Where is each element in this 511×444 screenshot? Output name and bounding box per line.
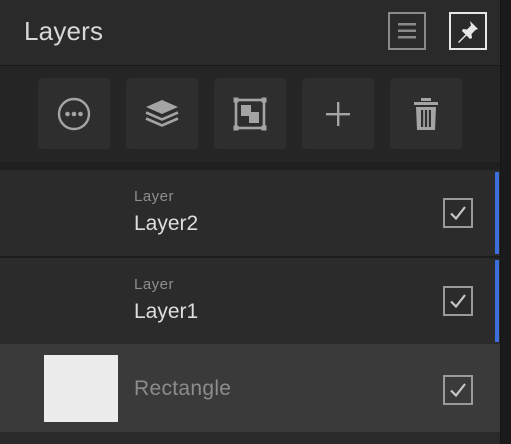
panel-header: Layers bbox=[0, 0, 500, 66]
delete-layer-button[interactable] bbox=[390, 78, 462, 149]
layers-toolbar bbox=[0, 66, 500, 162]
selection-indicator bbox=[495, 172, 499, 254]
layer-name[interactable]: Layer2 bbox=[134, 212, 198, 236]
panel-title: Layers bbox=[24, 16, 104, 46]
hamburger-menu-icon bbox=[398, 23, 416, 39]
layer-type-label: Layer bbox=[134, 188, 175, 205]
layer-type-label: Layer bbox=[134, 276, 175, 293]
layer-row-layer1[interactable]: Layer Layer1 bbox=[0, 258, 500, 344]
layer-name[interactable]: Layer1 bbox=[134, 300, 198, 324]
panel-bottom bbox=[0, 432, 500, 444]
more-options-button[interactable] bbox=[38, 78, 110, 149]
visibility-checkbox[interactable] bbox=[443, 375, 473, 405]
selection-indicator bbox=[495, 260, 499, 342]
checkmark-icon bbox=[450, 294, 466, 309]
rectangle-thumbnail bbox=[44, 355, 118, 422]
artboard-button[interactable] bbox=[214, 78, 286, 149]
toolbar-divider bbox=[0, 162, 500, 170]
layer-stack-button[interactable] bbox=[126, 78, 198, 149]
add-icon bbox=[326, 101, 350, 126]
pin-icon bbox=[458, 21, 478, 43]
layer-name[interactable]: Rectangle bbox=[134, 377, 231, 401]
layers-stack-icon bbox=[145, 99, 179, 127]
artboard-icon bbox=[233, 97, 267, 130]
layer-row-rectangle[interactable]: Rectangle bbox=[0, 344, 500, 432]
checkmark-icon bbox=[450, 383, 466, 398]
layers-panel: Layers Layer Layer2 Layer Layer1 Rectang… bbox=[0, 0, 501, 444]
more-options-icon bbox=[57, 97, 91, 130]
visibility-checkbox[interactable] bbox=[443, 198, 473, 228]
layer-row-layer2[interactable]: Layer Layer2 bbox=[0, 170, 500, 256]
trash-icon bbox=[414, 97, 438, 130]
checkmark-icon bbox=[450, 206, 466, 221]
panel-menu-button[interactable] bbox=[388, 12, 426, 50]
panel-edge bbox=[501, 0, 511, 444]
visibility-checkbox[interactable] bbox=[443, 286, 473, 316]
pin-panel-button[interactable] bbox=[449, 12, 487, 50]
add-layer-button[interactable] bbox=[302, 78, 374, 149]
